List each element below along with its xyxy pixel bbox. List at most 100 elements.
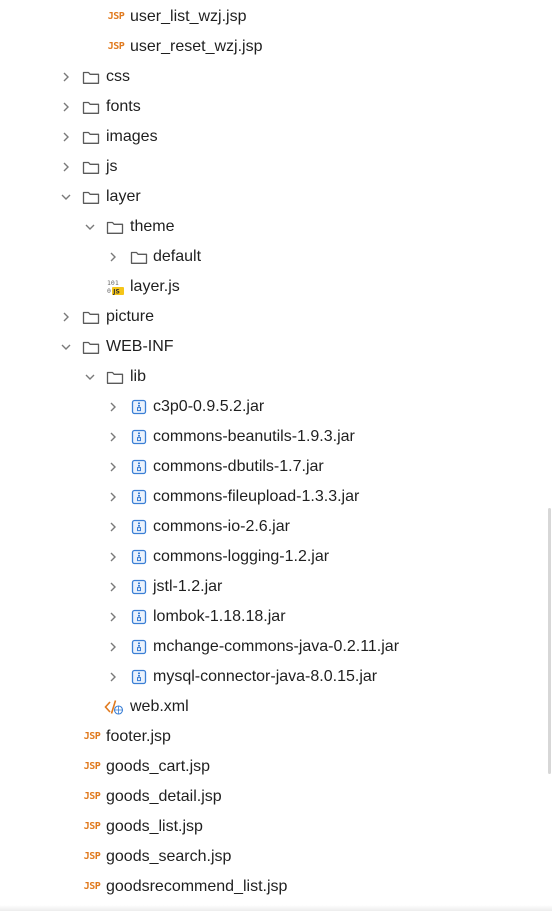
tree-row[interactable]: js	[0, 152, 552, 182]
bottom-edge	[0, 905, 552, 911]
tree-item-label: web.xml	[130, 698, 189, 715]
svg-text:101: 101	[107, 279, 119, 287]
tree-item-label: fonts	[106, 98, 141, 115]
tree-item-label: js	[106, 158, 118, 175]
tree-row[interactable]: lombok-1.18.18.jar	[0, 602, 552, 632]
tree-item-label: mysql-connector-java-8.0.15.jar	[153, 668, 378, 685]
jsp-file-icon: JSP	[82, 842, 102, 872]
tree-item-label: commons-beanutils-1.9.3.jar	[153, 428, 355, 445]
tree-row[interactable]: picture	[0, 302, 552, 332]
jar-archive-icon	[131, 482, 147, 512]
chevron-right-icon[interactable]	[59, 302, 73, 332]
jsp-file-icon: JSP	[82, 722, 102, 752]
tree-item-label: jstl-1.2.jar	[153, 578, 223, 595]
folder-icon	[82, 182, 100, 212]
folder-icon	[130, 242, 148, 272]
tree-item-label: footer.jsp	[106, 728, 171, 745]
tree-item-label: goods_detail.jsp	[106, 788, 222, 805]
jsp-file-icon: JSP	[106, 2, 126, 32]
jsp-file-icon: JSP	[106, 32, 126, 62]
jsp-icon-text: JSP	[83, 851, 101, 862]
tree-row[interactable]: web.xml	[0, 692, 552, 722]
chevron-right-icon[interactable]	[59, 152, 73, 182]
tree-row[interactable]: commons-dbutils-1.7.jar	[0, 452, 552, 482]
tree-item-label: lombok-1.18.18.jar	[153, 608, 286, 625]
chevron-down-icon[interactable]	[59, 332, 73, 362]
tree-row[interactable]: jstl-1.2.jar	[0, 572, 552, 602]
chevron-right-icon[interactable]	[106, 632, 120, 662]
chevron-right-icon[interactable]	[106, 602, 120, 632]
tree-item-label: commons-dbutils-1.7.jar	[153, 458, 324, 475]
chevron-right-icon[interactable]	[106, 482, 120, 512]
tree-item-label: commons-logging-1.2.jar	[153, 548, 330, 565]
folder-icon	[82, 62, 100, 92]
tree-item-label: user_reset_wzj.jsp	[130, 38, 263, 55]
tree-item-label: goods_search.jsp	[106, 848, 232, 865]
tree-row[interactable]: lib	[0, 362, 552, 392]
chevron-right-icon[interactable]	[106, 572, 120, 602]
tree-row[interactable]: JSP goods_cart.jsp	[0, 752, 552, 782]
tree-row[interactable]: mysql-connector-java-8.0.15.jar	[0, 662, 552, 692]
tree-row[interactable]: fonts	[0, 92, 552, 122]
chevron-right-icon[interactable]	[106, 452, 120, 482]
tree-row[interactable]: JSP goodsrecommend_list.jsp	[0, 872, 552, 902]
chevron-right-icon[interactable]	[106, 422, 120, 452]
jsp-icon-text: JSP	[107, 41, 125, 52]
jsp-file-icon: JSP	[82, 782, 102, 812]
chevron-right-icon[interactable]	[106, 242, 120, 272]
tree-row[interactable]: JSP user_list_wzj.jsp	[0, 2, 552, 32]
svg-text:JS: JS	[112, 289, 120, 296]
folder-icon	[82, 302, 100, 332]
tree-item-label: layer.js	[130, 278, 180, 295]
tree-row[interactable]: mchange-commons-java-0.2.11.jar	[0, 632, 552, 662]
jar-archive-icon	[131, 392, 147, 422]
jar-archive-icon	[131, 452, 147, 482]
jar-archive-icon	[131, 422, 147, 452]
tree-row[interactable]: commons-beanutils-1.9.3.jar	[0, 422, 552, 452]
chevron-down-icon[interactable]	[83, 362, 97, 392]
tree-row[interactable]: commons-fileupload-1.3.3.jar	[0, 482, 552, 512]
vertical-scrollbar[interactable]	[548, 508, 551, 774]
chevron-right-icon[interactable]	[106, 512, 120, 542]
tree-row[interactable]: 101 0 JS layer.js	[0, 272, 552, 302]
chevron-right-icon[interactable]	[106, 542, 120, 572]
chevron-down-icon[interactable]	[83, 212, 97, 242]
tree-row[interactable]: JSP user_reset_wzj.jsp	[0, 32, 552, 62]
tree-row[interactable]: layer	[0, 182, 552, 212]
tree-row[interactable]: JSP goods_search.jsp	[0, 842, 552, 872]
tree-row[interactable]: default	[0, 242, 552, 272]
tree-item-label: goods_cart.jsp	[106, 758, 211, 775]
tree-row[interactable]: commons-logging-1.2.jar	[0, 542, 552, 572]
chevron-right-icon[interactable]	[59, 122, 73, 152]
jsp-file-icon: JSP	[82, 872, 102, 902]
tree-item-label: c3p0-0.9.5.2.jar	[153, 398, 265, 415]
jar-archive-icon	[131, 512, 147, 542]
chevron-right-icon[interactable]	[106, 392, 120, 422]
tree-item-label: css	[106, 68, 130, 85]
tree-row[interactable]: WEB-INF	[0, 332, 552, 362]
jsp-file-icon: JSP	[82, 752, 102, 782]
folder-icon	[82, 332, 100, 362]
tree-item-label: images	[106, 128, 158, 145]
jsp-file-icon: JSP	[82, 812, 102, 842]
jsp-icon-text: JSP	[83, 791, 101, 802]
folder-icon	[106, 212, 124, 242]
tree-row[interactable]: commons-io-2.6.jar	[0, 512, 552, 542]
tree-row[interactable]: JSP goods_list.jsp	[0, 812, 552, 842]
chevron-right-icon[interactable]	[59, 62, 73, 92]
tree-row[interactable]: css	[0, 62, 552, 92]
chevron-right-icon[interactable]	[59, 92, 73, 122]
svg-text:0: 0	[107, 287, 111, 295]
chevron-right-icon[interactable]	[106, 662, 120, 692]
folder-icon	[106, 362, 124, 392]
tree-row[interactable]: JSP footer.jsp	[0, 722, 552, 752]
tree-row[interactable]: JSP goods_detail.jsp	[0, 782, 552, 812]
chevron-down-icon[interactable]	[59, 182, 73, 212]
folder-icon	[82, 92, 100, 122]
tree-row[interactable]: images	[0, 122, 552, 152]
jsp-icon-text: JSP	[107, 11, 125, 22]
tree-item-label: theme	[130, 218, 175, 235]
jar-archive-icon	[131, 542, 147, 572]
tree-row[interactable]: theme	[0, 212, 552, 242]
tree-row[interactable]: c3p0-0.9.5.2.jar	[0, 392, 552, 422]
